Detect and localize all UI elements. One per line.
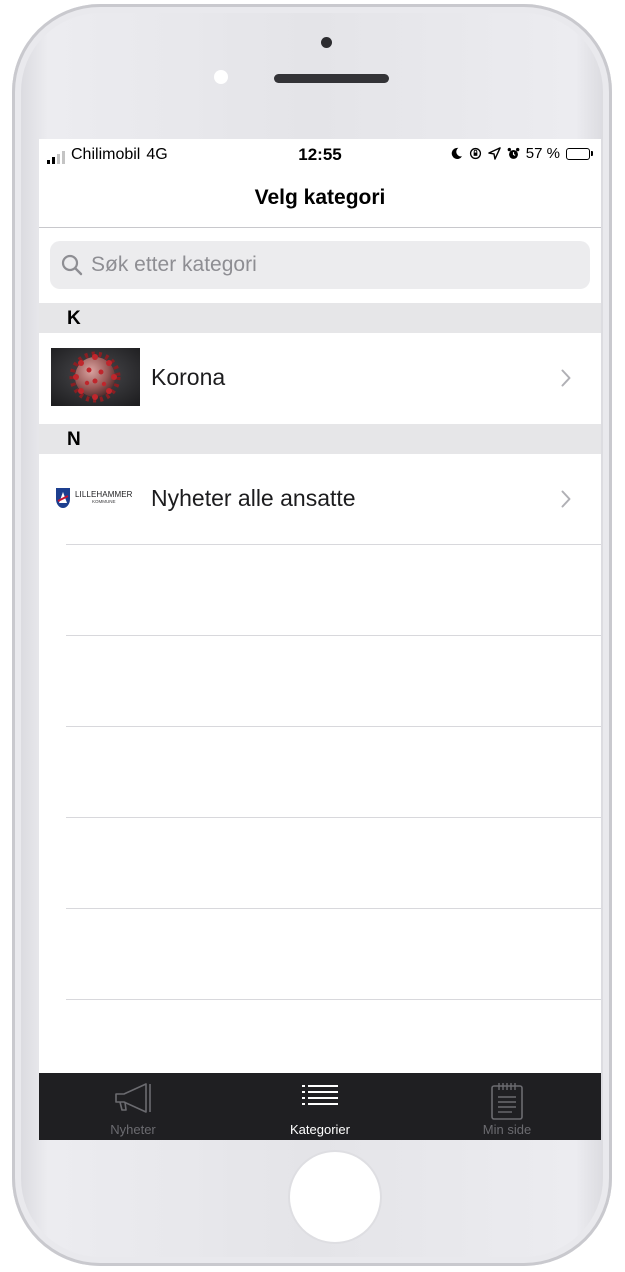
location-arrow-icon <box>488 147 501 160</box>
app-screen: Chilimobil 4G 12:55 57 % Velg kategori S… <box>39 139 601 1140</box>
lillehammer-kommune-logo: LILLEHAMMER KOMMUNE <box>51 469 140 527</box>
tab-kategorier[interactable]: Kategorier <box>226 1073 414 1140</box>
list-separator <box>66 999 601 1000</box>
alarm-icon <box>507 147 520 159</box>
tab-bar: Nyheter Kategorier Min side <box>39 1073 601 1140</box>
search-icon <box>61 254 83 276</box>
search-placeholder: Søk etter kategori <box>91 253 257 276</box>
search-field[interactable]: Søk etter kategori <box>50 241 590 289</box>
tab-label: Nyheter <box>110 1122 156 1137</box>
chevron-right-icon <box>561 369 571 387</box>
rotation-lock-icon <box>469 147 481 160</box>
category-row-nyheter-alle-ansatte[interactable]: LILLEHAMMER KOMMUNE Nyheter alle ansatte <box>39 454 601 544</box>
category-label: Nyheter alle ansatte <box>151 485 356 511</box>
tab-label: Min side <box>482 1122 532 1137</box>
section-header-n: N <box>39 424 601 454</box>
home-button[interactable] <box>290 1152 380 1242</box>
coronavirus-image <box>51 348 140 406</box>
battery-icon <box>566 147 593 160</box>
section-letter: K <box>67 308 81 329</box>
battery-percent: 57 % <box>525 145 560 162</box>
list-icon <box>302 1085 338 1105</box>
tab-label: Kategorier <box>290 1122 350 1137</box>
tab-min-side[interactable]: Min side <box>413 1073 601 1140</box>
earpiece-speaker <box>274 74 389 83</box>
notepad-icon <box>491 1083 523 1120</box>
list-separator <box>66 726 601 727</box>
list-separator <box>66 635 601 636</box>
status-indicators: 57 % <box>450 145 593 162</box>
navigation-bar: Velg kategori <box>39 171 601 228</box>
section-header-k: K <box>39 303 601 333</box>
logo-text: LILLEHAMMER <box>75 490 133 500</box>
chevron-right-icon <box>561 490 571 508</box>
list-separator <box>66 817 601 818</box>
section-letter: N <box>67 429 81 450</box>
tab-nyheter[interactable]: Nyheter <box>39 1073 227 1140</box>
list-separator <box>66 908 601 909</box>
front-camera <box>321 37 332 48</box>
logo-subtext: KOMMUNE <box>92 499 116 505</box>
page-title: Velg kategori <box>254 186 386 209</box>
moon-icon <box>451 147 462 159</box>
megaphone-icon <box>115 1083 151 1113</box>
category-row-korona[interactable]: Korona <box>39 333 601 423</box>
proximity-sensor <box>214 70 228 84</box>
category-label: Korona <box>151 364 226 390</box>
status-bar: Chilimobil 4G 12:55 57 % <box>39 139 601 171</box>
list-separator <box>66 544 601 545</box>
coat-of-arms-icon <box>56 488 70 508</box>
